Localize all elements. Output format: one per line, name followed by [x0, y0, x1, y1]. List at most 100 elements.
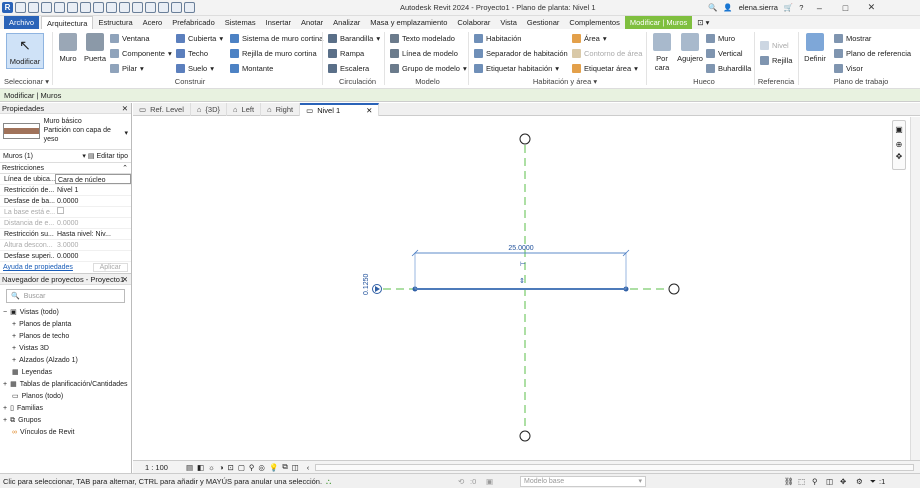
by-face-button[interactable]: Por cara [651, 33, 673, 72]
apply-button[interactable]: Aplicar [92, 263, 128, 272]
curtain-grid-button[interactable]: Rejilla de muro cortina [230, 49, 317, 58]
close-icon[interactable]: ✕ [122, 103, 128, 114]
tab-vista[interactable]: Vista [495, 16, 522, 29]
wall-opening-button[interactable]: Muro [706, 34, 735, 43]
tree-item-planos-planta[interactable]: + Planos de planta [0, 319, 131, 331]
prop-row[interactable]: Línea de ubica... Cara de núcleo [0, 174, 131, 185]
model-line-button[interactable]: Línea de modelo [390, 49, 458, 58]
set-workplane-button[interactable]: Definir [802, 33, 828, 63]
prop-row[interactable]: Desfase superi... 0.0000 [0, 251, 131, 262]
visual-style-icon[interactable]: ◧ [197, 463, 204, 472]
measure-icon[interactable] [106, 2, 117, 13]
vertical-opening-button[interactable]: Vertical [706, 49, 743, 58]
room-separator-button[interactable]: Separador de habitación [474, 49, 568, 58]
browser-search-input[interactable]: 🔍 Buscar [6, 289, 125, 303]
design-option-dropdown[interactable]: Modelo base ▾ [520, 476, 646, 487]
edit-type-button[interactable]: ▾ ▤ Editar tipo [82, 152, 128, 160]
tab-modificar-muros[interactable]: Modificar | Muros [624, 16, 693, 29]
tree-item-vistas-3d[interactable]: + Vistas 3D [0, 343, 131, 355]
pan-icon[interactable]: ✥ [893, 152, 905, 161]
detail-level-icon[interactable]: ▤ [186, 463, 193, 472]
window-button[interactable]: Ventana [110, 34, 150, 43]
view-scale[interactable]: 1 : 100 [145, 463, 168, 472]
analytical-icon[interactable]: ⧉ [282, 462, 287, 472]
prop-row[interactable]: Desfase de ba... 0.0000 [0, 196, 131, 207]
sun-path-icon[interactable]: ☼ [208, 463, 215, 472]
drawing-canvas[interactable]: 25.0000 ⊢ ⇕ 0.1250 [133, 117, 910, 460]
select-underlay-icon[interactable]: ⬚ [798, 474, 805, 489]
lock-view-icon[interactable]: ⚲ [249, 463, 255, 472]
switch-windows-icon[interactable] [184, 2, 195, 13]
save-icon[interactable] [41, 2, 52, 13]
cart-icon[interactable]: 🛒 [784, 3, 793, 12]
help-icon[interactable]: ? [799, 3, 803, 12]
tree-item-alzados[interactable]: + Alzados (Alzado 1) [0, 355, 131, 367]
navigation-bar[interactable]: ▣ ⊕ ✥ [892, 120, 906, 170]
redo-icon[interactable] [80, 2, 91, 13]
properties-help-link[interactable]: Ayuda de propiedades [3, 264, 73, 271]
tree-item-grupos[interactable]: + ⧉ Grupos [0, 415, 131, 427]
tab-acero[interactable]: Acero [138, 16, 168, 29]
select-by-face-icon[interactable]: ◫ [826, 474, 833, 489]
curtain-system-button[interactable]: Sistema de muro cortina [230, 34, 323, 43]
design-option-icon[interactable]: ▣ [486, 474, 493, 489]
section-icon[interactable] [145, 2, 156, 13]
constraints-group[interactable]: Restricciones ⌃ [0, 163, 131, 174]
tab-prefabricado[interactable]: Prefabricado [167, 16, 220, 29]
tree-item-tablas[interactable]: + ▦ Tablas de planificación/Cantidades [0, 379, 131, 391]
tab-anotar[interactable]: Anotar [296, 16, 328, 29]
tree-item-planos[interactable]: ▭ Planos (todo) [0, 391, 131, 403]
room-area-dropdown[interactable]: Habitación y área ▾ [520, 77, 610, 86]
instance-selector[interactable]: Muros (1) [3, 153, 33, 160]
close-button[interactable]: ✕ [861, 2, 881, 13]
modify-button[interactable]: ↖ Modificar [6, 33, 44, 69]
shadows-icon[interactable]: ◑ [219, 463, 224, 472]
user-icon[interactable]: 👤 [723, 3, 732, 12]
revit-logo-icon[interactable]: R [2, 2, 13, 13]
tab-archivo[interactable]: Archivo [4, 16, 40, 29]
stair-button[interactable]: Escalera [328, 64, 369, 73]
component-button[interactable]: Componente ▾ [110, 49, 172, 58]
floor-button[interactable]: Suelo ▾ [176, 64, 214, 73]
zoom-icon[interactable]: ⊕ [893, 140, 905, 149]
view-tab-ref-level[interactable]: ▭ Ref. Level [133, 103, 191, 116]
open-icon[interactable] [28, 2, 39, 13]
3d-view-icon[interactable] [132, 2, 143, 13]
tree-item-planos-techo[interactable]: + Planos de techo [0, 331, 131, 343]
horizontal-scrollbar[interactable] [315, 463, 914, 471]
model-text-button[interactable]: Texto modelado [390, 34, 455, 43]
temp-hide-icon[interactable]: ◎ [258, 463, 265, 472]
tab-insertar[interactable]: Insertar [261, 16, 296, 29]
shaft-button[interactable]: Agujero [676, 33, 704, 63]
close-hidden-icon[interactable] [171, 2, 182, 13]
search-icon[interactable]: 🔍 [708, 3, 717, 12]
area-boundary-button[interactable]: Contorno de área [572, 49, 642, 58]
tab-complementos[interactable]: Complementos [564, 16, 624, 29]
background-process-icon[interactable]: ⚙ [856, 474, 863, 489]
view-tab-nivel-1[interactable]: ▭ Nivel 1 ✕ [300, 103, 380, 116]
wall-button[interactable]: Muro [58, 33, 78, 63]
workset-icon[interactable]: ⛬ [326, 474, 331, 489]
undo-icon[interactable] [67, 2, 78, 13]
tab-gestionar[interactable]: Gestionar [522, 16, 565, 29]
level-button[interactable]: Nivel [760, 41, 789, 50]
tree-item-vinculos[interactable]: ∞ Vínculos de Revit [0, 427, 131, 439]
tree-item-familias[interactable]: + ▯ Familias [0, 403, 131, 415]
edit-request-icon[interactable]: ⟲ [458, 474, 464, 489]
show-workplane-button[interactable]: Mostrar [834, 34, 871, 43]
prop-row[interactable]: Restricción su... Hasta nivel: Niv... [0, 229, 131, 240]
vertical-scrollbar[interactable] [910, 117, 920, 460]
crop-view-icon[interactable]: ⊡ [228, 463, 234, 472]
ribbon-options-icon[interactable]: ⊡ ▾ [692, 16, 714, 29]
highlight-icon[interactable]: ◫ [292, 463, 299, 472]
filter-icon[interactable]: ⏷ [870, 474, 876, 489]
reveal-hidden-icon[interactable]: 💡 [269, 463, 278, 472]
maximize-button[interactable]: □ [835, 3, 855, 13]
tab-colaborar[interactable]: Colaborar [452, 16, 495, 29]
type-selector[interactable]: Muro básico Partición con capa de yeso ▾ [0, 114, 131, 150]
show-crop-icon[interactable]: ▢ [238, 463, 245, 472]
print-icon[interactable] [93, 2, 104, 13]
room-button[interactable]: Habitación [474, 34, 521, 43]
select-pinned-icon[interactable]: ⚲ [812, 474, 818, 489]
ramp-button[interactable]: Rampa [328, 49, 364, 58]
